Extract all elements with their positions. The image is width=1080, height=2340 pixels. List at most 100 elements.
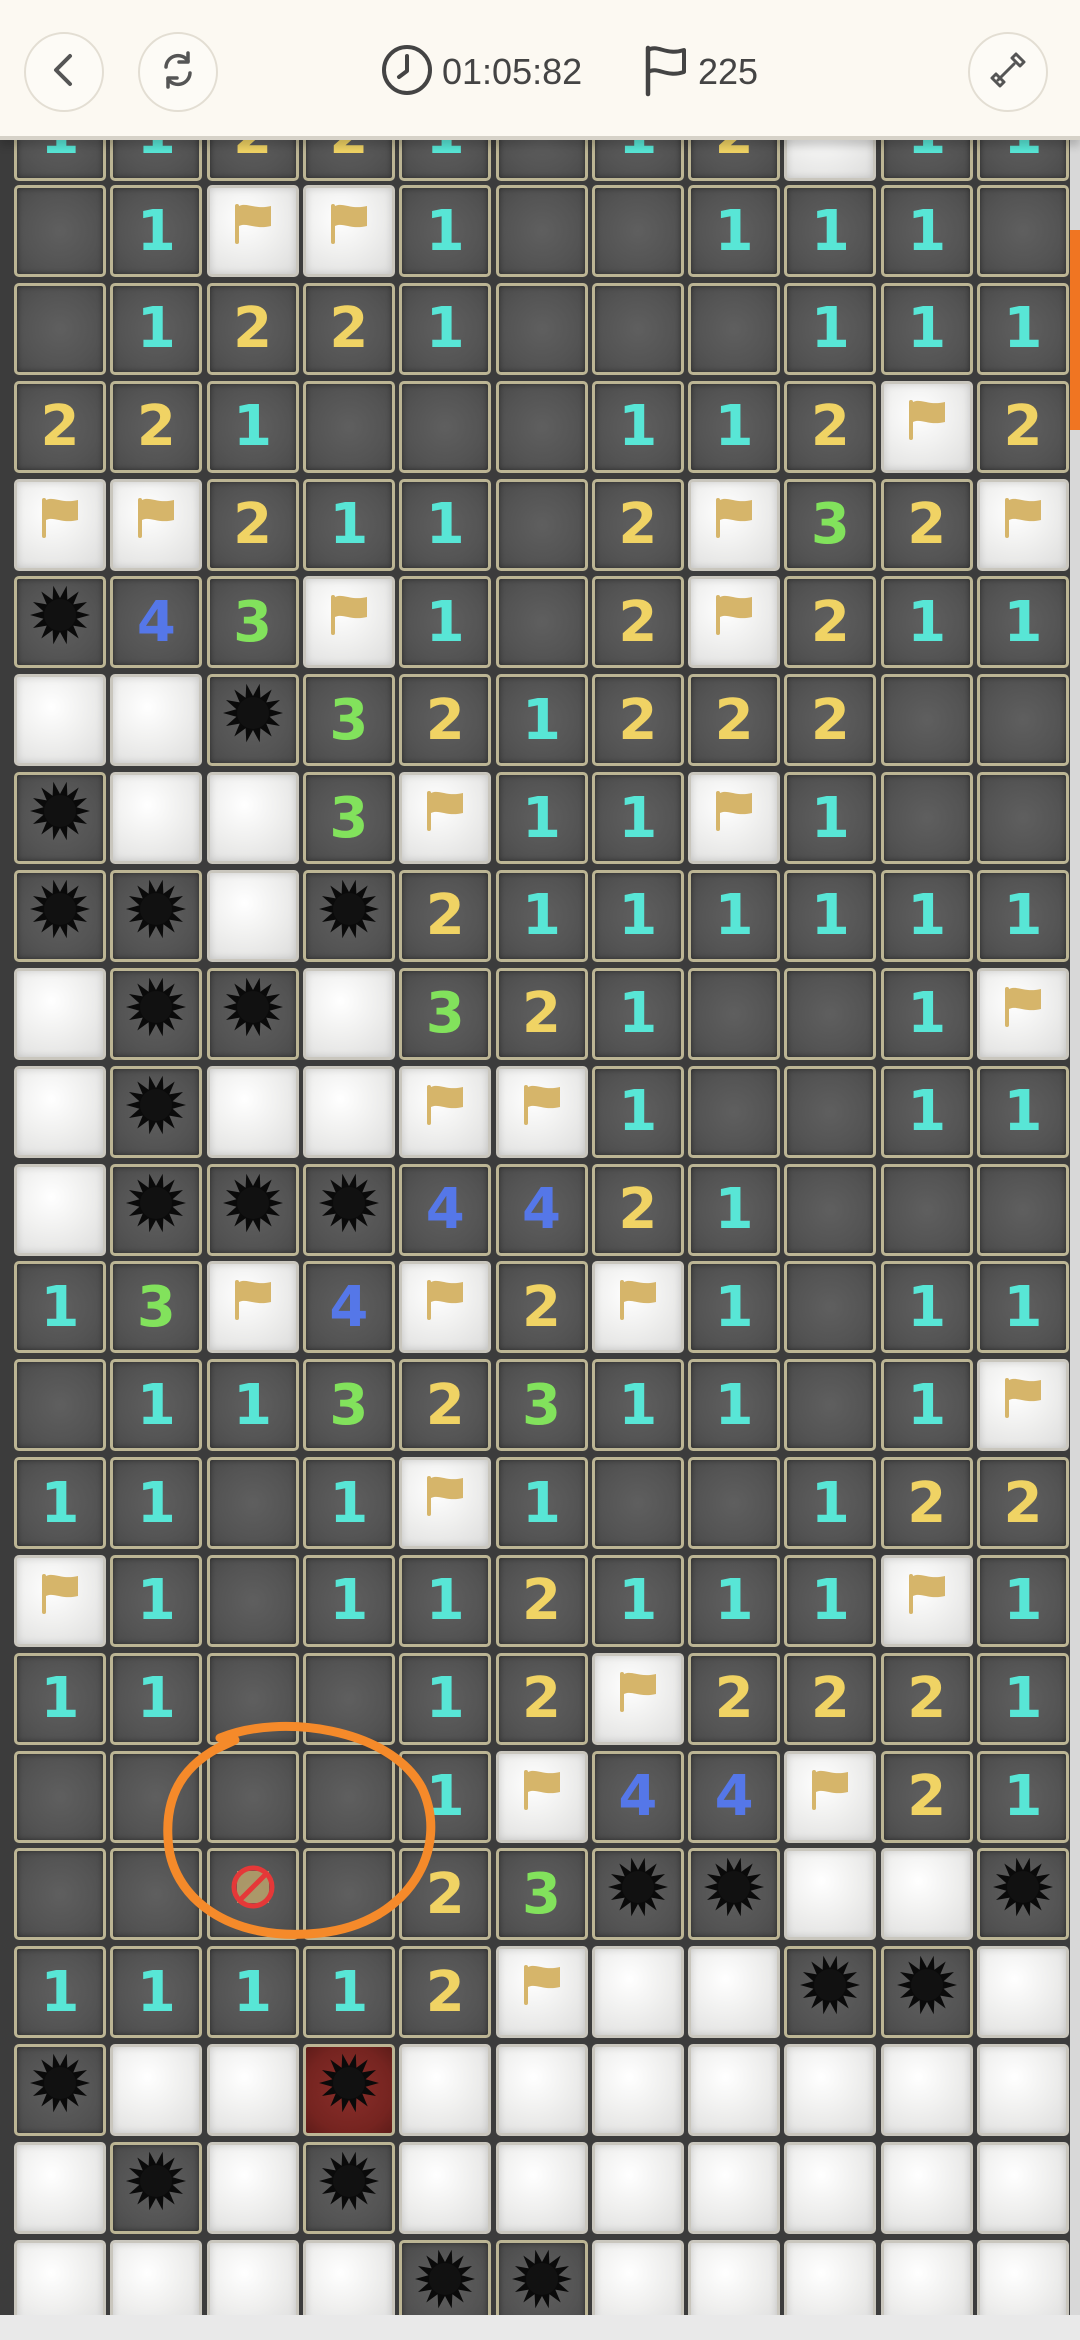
restart-button[interactable] (138, 32, 218, 112)
cell-r9-c9[interactable]: 1 (880, 1065, 973, 1158)
cell-r1-c7[interactable] (688, 282, 781, 375)
cell-r11-c2[interactable] (206, 1261, 299, 1354)
cell-r2-c2[interactable]: 1 (206, 380, 299, 473)
cell-r6-c5[interactable]: 1 (495, 772, 588, 865)
cell-r2-c4[interactable] (399, 380, 492, 473)
cell-r13-c4[interactable] (399, 1457, 492, 1550)
cell-r20-c5[interactable] (495, 2142, 588, 2234)
cell-r9-c8[interactable] (784, 1065, 877, 1158)
cell-r14-c1[interactable]: 1 (110, 1554, 203, 1647)
cell-r7-c5[interactable]: 1 (495, 869, 588, 962)
cell-r14-c5[interactable]: 2 (495, 1554, 588, 1647)
cell-r13-c1[interactable]: 1 (110, 1457, 203, 1550)
cell-r6-c6[interactable]: 1 (591, 772, 684, 865)
cell-r-1-c0[interactable]: 1 (14, 140, 106, 181)
cell-r10-c5[interactable]: 4 (495, 1163, 588, 1256)
cell-r8-c10[interactable] (977, 967, 1069, 1060)
cell-r13-c0[interactable]: 1 (14, 1457, 106, 1550)
cell-r2-c10[interactable]: 2 (977, 380, 1069, 473)
cell-r9-c3[interactable] (302, 1065, 395, 1158)
cell-r3-c7[interactable] (688, 478, 781, 571)
cell-r17-c0[interactable] (14, 1848, 106, 1941)
cell-r19-c3[interactable] (302, 2044, 395, 2137)
cell-r20-c4[interactable] (399, 2142, 492, 2234)
cell-r9-c10[interactable]: 1 (977, 1065, 1069, 1158)
cell-r0-c6[interactable] (591, 185, 684, 277)
cell-r16-c10[interactable]: 1 (977, 1750, 1069, 1843)
cell-r18-c1[interactable]: 1 (110, 1946, 203, 2039)
cell-r3-c2[interactable]: 2 (206, 478, 299, 571)
cell-r0-c7[interactable]: 1 (688, 185, 781, 277)
cell-r10-c8[interactable] (784, 1163, 877, 1256)
cell-r18-c4[interactable]: 2 (399, 1946, 492, 2039)
cell-r7-c9[interactable]: 1 (880, 869, 973, 962)
cell-r1-c3[interactable]: 2 (302, 282, 395, 375)
cell-r12-c4[interactable]: 2 (399, 1359, 492, 1452)
cell-r0-c4[interactable]: 1 (399, 185, 492, 277)
cell-r14-c8[interactable]: 1 (784, 1554, 877, 1647)
cell-r0-c10[interactable] (977, 185, 1069, 277)
cell-r11-c9[interactable]: 1 (880, 1261, 973, 1354)
cell-r20-c1[interactable] (110, 2142, 203, 2234)
cell-r1-c1[interactable]: 1 (110, 282, 203, 375)
cell-r13-c2[interactable] (206, 1457, 299, 1550)
cell-r-1-c2[interactable]: 2 (206, 140, 299, 181)
cell-r16-c8[interactable] (784, 1750, 877, 1843)
cell-r1-c2[interactable]: 2 (206, 282, 299, 375)
cell-r12-c9[interactable]: 1 (880, 1359, 973, 1452)
cell-r19-c6[interactable] (591, 2044, 684, 2137)
cell-r12-c5[interactable]: 3 (495, 1359, 588, 1452)
cell-r3-c1[interactable] (110, 478, 203, 571)
cell-r16-c0[interactable] (14, 1750, 106, 1843)
cell-r15-c2[interactable] (206, 1652, 299, 1745)
cell-r1-c9[interactable]: 1 (880, 282, 973, 375)
cell-r2-c3[interactable] (302, 380, 395, 473)
cell-r16-c2[interactable] (206, 1750, 299, 1843)
cell-r20-c10[interactable] (977, 2142, 1069, 2234)
cell-r5-c9[interactable] (880, 674, 973, 767)
cell-r13-c10[interactable]: 2 (977, 1457, 1069, 1550)
cell-r5-c10[interactable] (977, 674, 1069, 767)
cell-r16-c6[interactable]: 4 (591, 1750, 684, 1843)
scrollbar-track[interactable] (1070, 140, 1080, 2315)
cell-r3-c5[interactable] (495, 478, 588, 571)
cell-r6-c3[interactable]: 3 (302, 772, 395, 865)
cell-r20-c0[interactable] (14, 2142, 106, 2234)
cell-r15-c0[interactable]: 1 (14, 1652, 106, 1745)
cell-r10-c3[interactable] (302, 1163, 395, 1256)
cell-r8-c5[interactable]: 2 (495, 967, 588, 1060)
cell-r4-c4[interactable]: 1 (399, 576, 492, 669)
cell-r10-c6[interactable]: 2 (591, 1163, 684, 1256)
cell-r9-c7[interactable] (688, 1065, 781, 1158)
cell-r20-c9[interactable] (880, 2142, 973, 2234)
cell-r19-c0[interactable] (14, 2044, 106, 2137)
cell-r5-c2[interactable] (206, 674, 299, 767)
cell-r-1-c5[interactable] (495, 140, 588, 181)
cell-r3-c6[interactable]: 2 (591, 478, 684, 571)
cell-r0-c1[interactable]: 1 (110, 185, 203, 277)
cell-r5-c5[interactable]: 1 (495, 674, 588, 767)
cell-r3-c8[interactable]: 3 (784, 478, 877, 571)
cell-r0-c9[interactable]: 1 (880, 185, 973, 277)
cell-r16-c5[interactable] (495, 1750, 588, 1843)
cell-r2-c0[interactable]: 2 (14, 380, 106, 473)
cell-r15-c4[interactable]: 1 (399, 1652, 492, 1745)
cell-r8-c0[interactable] (14, 967, 106, 1060)
cell-r20-c8[interactable] (784, 2142, 877, 2234)
cell-r1-c0[interactable] (14, 282, 106, 375)
cell-r12-c3[interactable]: 3 (302, 1359, 395, 1452)
cell-r17-c7[interactable] (688, 1848, 781, 1941)
cell-r6-c7[interactable] (688, 772, 781, 865)
cell-r15-c7[interactable]: 2 (688, 1652, 781, 1745)
cell-r2-c8[interactable]: 2 (784, 380, 877, 473)
cell-r4-c10[interactable]: 1 (977, 576, 1069, 669)
cell-r17-c1[interactable] (110, 1848, 203, 1941)
cell-r19-c9[interactable] (880, 2044, 973, 2137)
cell-r17-c2[interactable] (206, 1848, 299, 1941)
cell-r16-c4[interactable]: 1 (399, 1750, 492, 1843)
cell-r4-c8[interactable]: 2 (784, 576, 877, 669)
cell-r0-c8[interactable]: 1 (784, 185, 877, 277)
cell-r17-c4[interactable]: 2 (399, 1848, 492, 1941)
cell-r12-c10[interactable] (977, 1359, 1069, 1452)
cell-r15-c9[interactable]: 2 (880, 1652, 973, 1745)
